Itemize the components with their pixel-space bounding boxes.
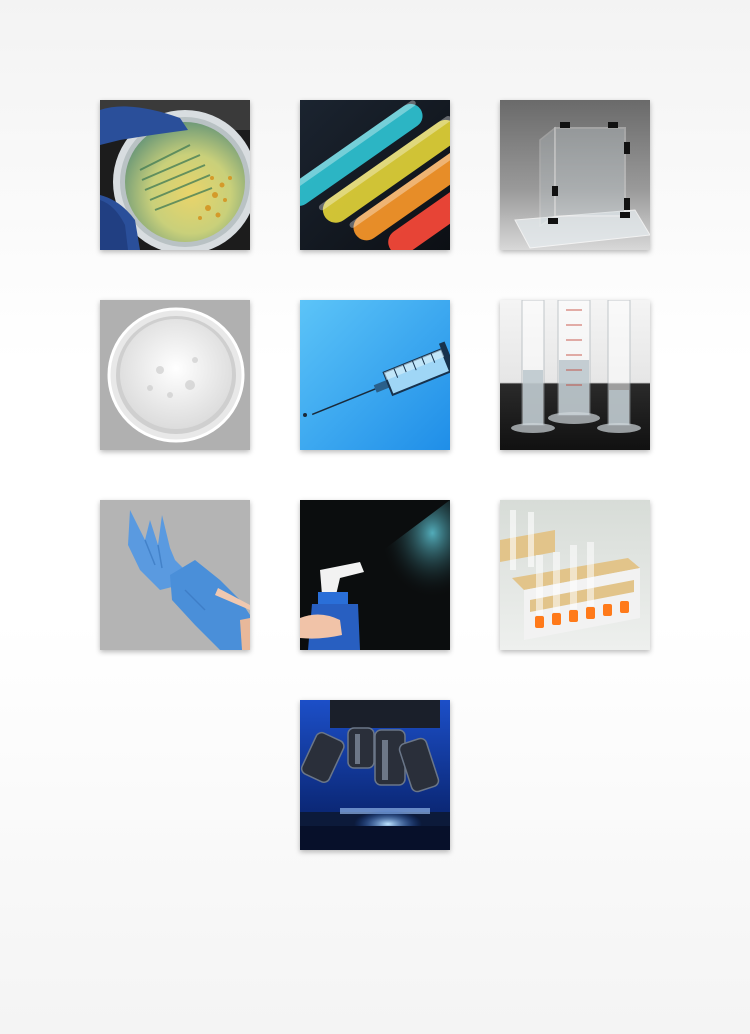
gallery-item-gloves[interactable] — [100, 500, 250, 650]
petri-dish-culture-icon — [100, 100, 250, 250]
spray-bottle-icon — [300, 500, 450, 650]
gallery-item-test-tubes[interactable] — [300, 100, 450, 250]
gallery-item-powder-dish[interactable] — [100, 300, 250, 450]
acrylic-glove-box-icon — [500, 100, 650, 250]
gallery-item-spray[interactable] — [300, 500, 450, 650]
gallery-item-cylinders[interactable] — [500, 300, 650, 450]
nitrile-gloves-icon — [100, 500, 250, 650]
microscope-icon — [300, 700, 450, 850]
test-tube-rack-icon — [500, 500, 650, 650]
gallery-item-microscope[interactable] — [300, 700, 450, 850]
glowing-test-tubes-icon — [300, 100, 450, 250]
powder-dish-icon — [100, 300, 250, 450]
gallery-item-acrylic-box[interactable] — [500, 100, 650, 250]
graduated-cylinders-icon — [500, 300, 650, 450]
gallery-item-syringe[interactable] — [300, 300, 450, 450]
syringe-icon — [300, 300, 450, 450]
gallery-item-petri-dish[interactable] — [100, 100, 250, 250]
gallery-item-tube-rack[interactable] — [500, 500, 650, 650]
